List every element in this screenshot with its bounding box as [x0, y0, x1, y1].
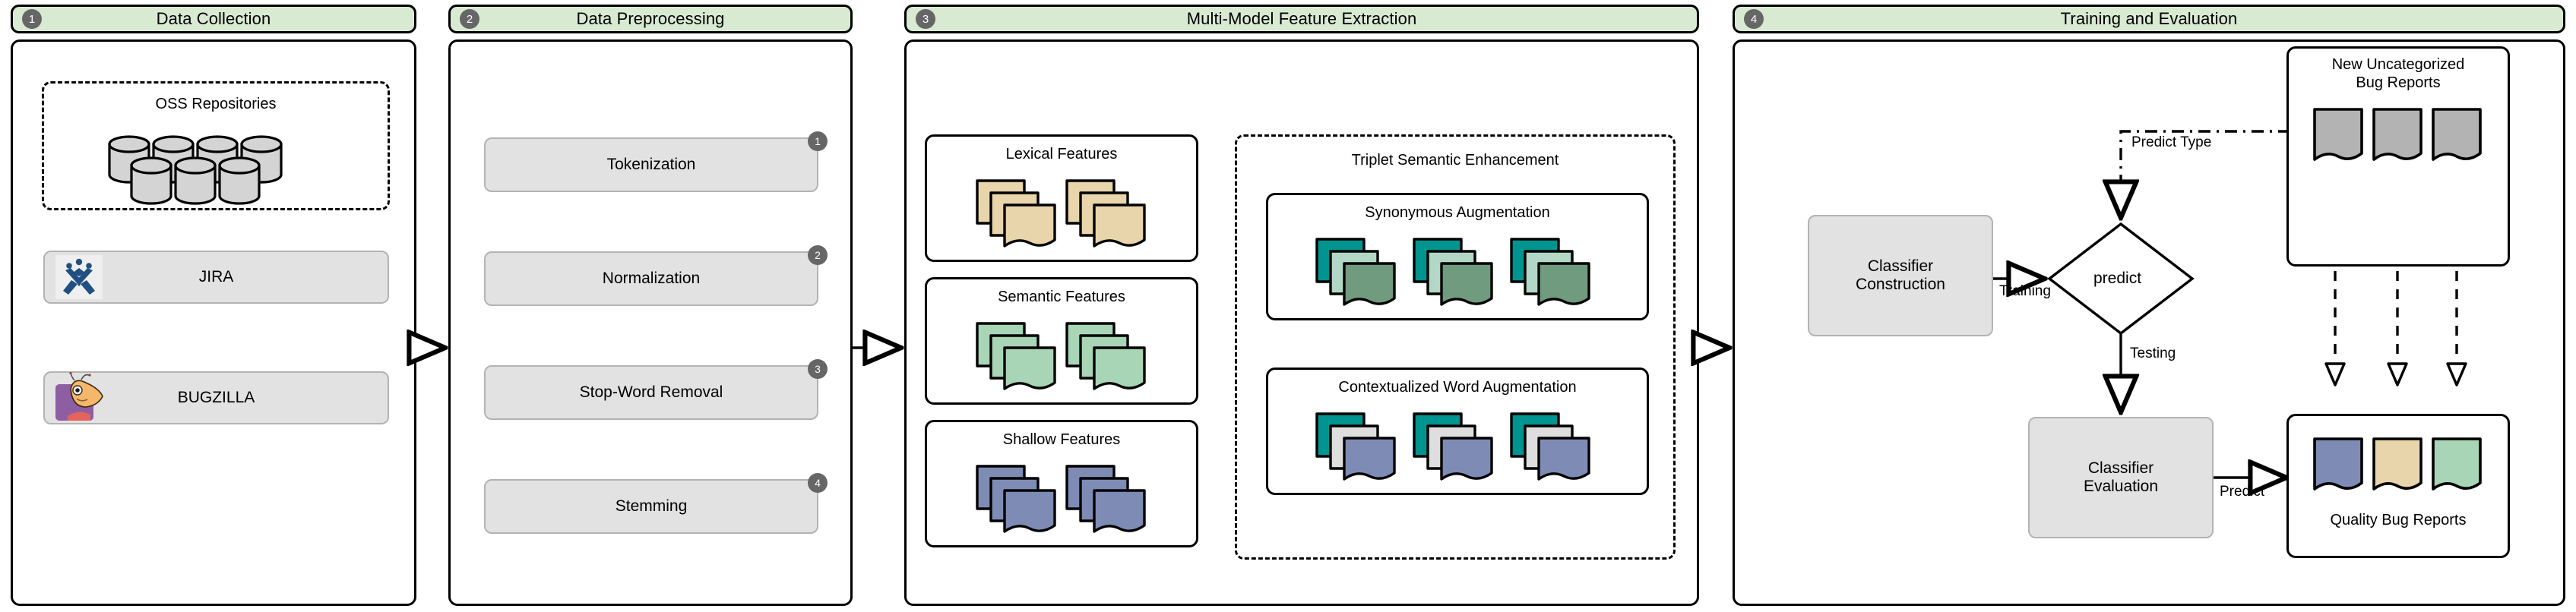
stage-4-badge: 4 [1744, 9, 1764, 29]
quality-reports-box: Quality Bug Reports [2286, 414, 2510, 558]
source-jira[interactable]: JIRA [43, 251, 389, 304]
stage-1-header: 1 Data Collection [11, 5, 416, 33]
contextualized-documents-icon [1315, 412, 1590, 481]
classifier-evaluation-line1: Classifier [2087, 459, 2154, 477]
quality-documents-icon [2313, 437, 2482, 491]
stage-2-title: Data Preprocessing [576, 9, 725, 28]
preprocess-step-label: Stemming [615, 497, 688, 515]
preprocess-step-stemming[interactable]: Stemming [484, 479, 818, 534]
feature-box-semantic-label: Semantic Features [998, 289, 1125, 305]
stage-1-title: Data Collection [156, 9, 271, 28]
classifier-construction-line2: Construction [1856, 276, 1945, 293]
quality-reports-label: Quality Bug Reports [2330, 512, 2467, 528]
uncategorized-to-quality-arrows [2324, 271, 2467, 386]
preprocess-step-3-badge: 3 [808, 359, 828, 379]
feature-box-semantic: Semantic Features [925, 277, 1198, 405]
stage-4-body: Classifier Construction Classifier Evalu… [1733, 39, 2565, 606]
triplet-semantic-enhancement-group: Triplet Semantic Enhancement Synonymous … [1235, 134, 1676, 560]
preprocess-step-normalization[interactable]: Normalization [484, 251, 818, 306]
preprocess-step-1-badge: 1 [808, 131, 828, 151]
stage-3-header: 3 Multi-Model Feature Extraction [904, 5, 1699, 33]
source-bugzilla[interactable]: BUGZILLA [43, 371, 389, 424]
preprocess-step-tokenization[interactable]: Tokenization [484, 137, 818, 192]
feature-box-lexical: Lexical Features [925, 134, 1198, 262]
semantic-documents-icon [976, 322, 1146, 390]
feature-box-shallow-label: Shallow Features [1002, 431, 1121, 448]
preprocess-step-label: Tokenization [606, 156, 696, 173]
stage-4-title: Training and Evaluation [2060, 9, 2238, 28]
preprocess-step-4-badge: 4 [808, 473, 828, 493]
uncategorized-documents-icon [2313, 108, 2482, 161]
new-uncategorized-reports-line2: Bug Reports [2356, 74, 2441, 91]
stage-1-body: OSS Repositories JIRA BUGZILLA [11, 39, 416, 606]
database-cluster-icon [108, 135, 283, 205]
stage-3-title: Multi-Model Feature Extraction [1186, 9, 1417, 28]
augmentation-box-synonymous: Synonymous Augmentation [1266, 193, 1649, 320]
augmentation-box-contextualized-label: Contextualized Word Augmentation [1338, 379, 1577, 396]
stage-2-body: Tokenization 1 Normalization 2 Stop-Word… [448, 39, 853, 606]
augmentation-box-contextualized: Contextualized Word Augmentation [1266, 368, 1649, 495]
edge-label-training: Training [1999, 283, 2051, 299]
jira-icon [55, 255, 103, 299]
shallow-documents-icon [976, 465, 1146, 533]
stage-1-badge: 1 [22, 9, 42, 29]
stage-3-body: Lexical Features Semantic Features Shall… [904, 39, 1699, 606]
stage-2-header: 2 Data Preprocessing [448, 5, 853, 33]
stage-4-header: 4 Training and Evaluation [1733, 5, 2565, 33]
oss-repositories-caption: OSS Repositories [155, 96, 277, 112]
classifier-evaluation-line2: Evaluation [2083, 478, 2159, 495]
edge-label-predict-type: Predict Type [2131, 134, 2212, 150]
triplet-semantic-enhancement-caption: Triplet Semantic Enhancement [1351, 152, 1559, 169]
edge-label-testing: Testing [2130, 345, 2176, 361]
classifier-construction-line1: Classifier [1867, 257, 1934, 275]
feature-box-shallow: Shallow Features [925, 420, 1198, 547]
stage-2-badge: 2 [460, 9, 479, 29]
bugzilla-icon [54, 371, 109, 424]
classifier-evaluation-box[interactable]: Classifier Evaluation [2028, 417, 2214, 538]
new-uncategorized-reports-box: New Uncategorized Bug Reports [2286, 46, 2510, 267]
pipeline-diagram: 1 Data Collection OSS Repositories JIRA … [0, 0, 2576, 612]
edge-label-predict: Predict [2220, 484, 2265, 500]
preprocess-step-label: Normalization [602, 270, 701, 287]
preprocess-step-stop-word-removal[interactable]: Stop-Word Removal [484, 365, 818, 420]
feature-box-lexical-label: Lexical Features [1005, 146, 1118, 162]
augmentation-box-synonymous-label: Synonymous Augmentation [1365, 204, 1550, 221]
classifier-construction-box[interactable]: Classifier Construction [1808, 215, 1993, 336]
synonymous-documents-icon [1315, 238, 1590, 306]
preprocess-step-2-badge: 2 [808, 245, 828, 265]
lexical-documents-icon [976, 179, 1146, 248]
stage-3-badge: 3 [916, 9, 935, 29]
preprocess-step-label: Stop-Word Removal [579, 383, 723, 401]
new-uncategorized-reports-line1: New Uncategorized [2331, 56, 2465, 73]
predict-decision-label: predict [2093, 270, 2142, 287]
oss-repositories-group: OSS Repositories [42, 81, 390, 210]
